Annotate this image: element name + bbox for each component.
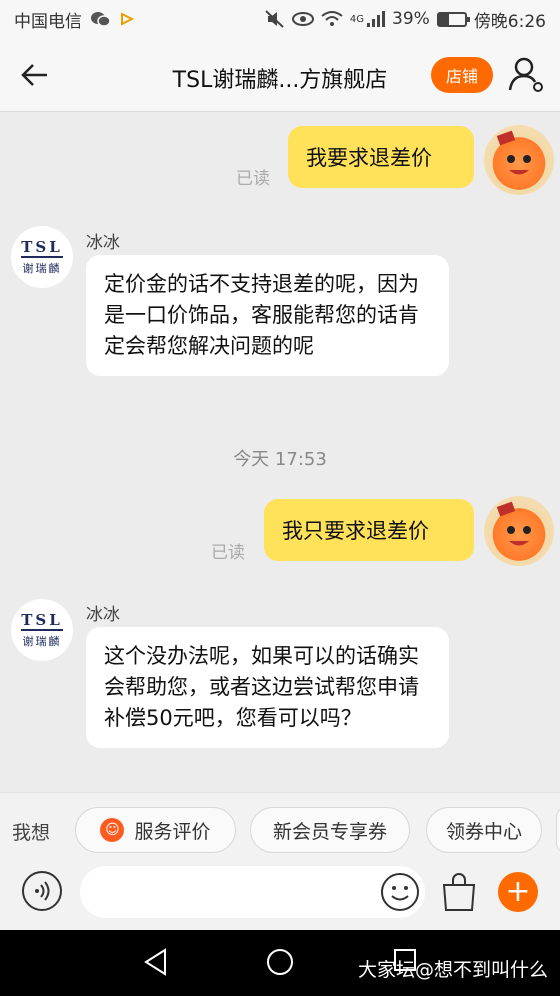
plus-icon[interactable]: + bbox=[498, 872, 538, 912]
emoji-icon[interactable] bbox=[380, 872, 420, 912]
status-bar: 中国电信 4G 39% 傍晚6:26 bbox=[0, 0, 560, 38]
nav-home-icon[interactable] bbox=[266, 948, 294, 976]
quick-chip-coupon-center[interactable]: 领券中心 bbox=[426, 807, 542, 853]
user-settings-icon[interactable] bbox=[506, 54, 546, 94]
chip-label: 服务评价 bbox=[134, 820, 211, 843]
quick-chip-service-review[interactable]: ☺ 服务评价 bbox=[75, 807, 236, 853]
mute-icon bbox=[265, 10, 284, 28]
input-bar: + bbox=[0, 866, 560, 930]
battery-icon bbox=[436, 11, 470, 27]
shop-avatar[interactable]: TSL 谢瑞麟 bbox=[11, 599, 73, 661]
read-receipt: 已读 bbox=[236, 169, 270, 189]
system-navigation-bar: 大家坛@想不到叫什么 bbox=[0, 930, 560, 996]
user-avatar[interactable] bbox=[484, 125, 554, 195]
notification-icon bbox=[121, 12, 134, 26]
shop-button[interactable]: 店铺 bbox=[431, 57, 493, 93]
time-separator: 今天 17:53 bbox=[233, 449, 327, 470]
read-receipt: 已读 bbox=[211, 543, 245, 563]
eye-icon bbox=[291, 12, 314, 26]
chat-area[interactable]: 已读 我要求退差价 TSL 谢瑞麟 冰冰 定价金的话不支持退差的呢，因为是一口价… bbox=[0, 112, 560, 792]
wifi-icon bbox=[321, 11, 343, 26]
user-avatar[interactable] bbox=[484, 496, 554, 566]
watermark: 大家坛@想不到叫什么 bbox=[357, 959, 548, 981]
message-bubble-outgoing[interactable]: 我要求退差价 bbox=[288, 126, 474, 188]
clock: 傍晚6:26 bbox=[473, 11, 546, 32]
shop-logo-text: TSL bbox=[21, 611, 63, 631]
chip-label: 领券中心 bbox=[445, 820, 522, 843]
carrier-label: 中国电信 bbox=[14, 11, 82, 32]
quick-chip-more[interactable] bbox=[556, 807, 560, 853]
voice-icon bbox=[35, 881, 50, 901]
nav-back-icon[interactable] bbox=[143, 948, 169, 976]
avatar-face-icon bbox=[496, 130, 531, 175]
quick-reply-label: 我想 bbox=[12, 822, 51, 844]
network-type: 4G bbox=[349, 13, 365, 25]
message-bubble-outgoing[interactable]: 我只要求退差价 bbox=[264, 499, 474, 561]
voice-button[interactable] bbox=[22, 871, 62, 911]
service-review-icon: ☺ bbox=[100, 818, 125, 842]
message-bubble-incoming[interactable]: 定价金的话不支持退差的呢，因为是一口价饰品，客服能帮您的话肯定会帮您解决问题的呢 bbox=[86, 255, 449, 376]
back-button[interactable] bbox=[0, 38, 70, 112]
message-bubble-incoming[interactable]: 这个没办法呢，如果可以的话确实会帮助您，或者这边尝试帮您申请补偿50元吧，您看可… bbox=[86, 627, 449, 748]
sender-name: 冰冰 bbox=[86, 233, 120, 253]
quick-chip-new-member-coupon[interactable]: 新会员专享券 bbox=[250, 807, 410, 853]
shop-avatar[interactable]: TSL 谢瑞麟 bbox=[11, 226, 73, 288]
shop-logo-text: TSL bbox=[21, 238, 63, 258]
chat-title: TSL谢瑞麟...方旗舰店 bbox=[172, 68, 388, 93]
chat-header: TSL谢瑞麟...方旗舰店 店铺 bbox=[0, 38, 560, 112]
battery-percent: 39% bbox=[392, 9, 430, 29]
message-input[interactable] bbox=[80, 866, 425, 918]
shop-logo-subtext: 谢瑞麟 bbox=[22, 262, 62, 275]
avatar-face-icon bbox=[496, 501, 531, 546]
signal-icon bbox=[367, 11, 386, 27]
quick-reply-bar: 我想 ☺ 服务评价 新会员专享券 领券中心 bbox=[0, 792, 560, 866]
sender-name: 冰冰 bbox=[86, 605, 120, 625]
back-arrow-icon bbox=[21, 63, 47, 86]
wechat-icon bbox=[91, 12, 111, 27]
shop-logo-subtext: 谢瑞麟 bbox=[22, 635, 62, 648]
chip-label: 新会员专享券 bbox=[272, 820, 387, 843]
shopping-bag-icon[interactable] bbox=[440, 872, 478, 912]
